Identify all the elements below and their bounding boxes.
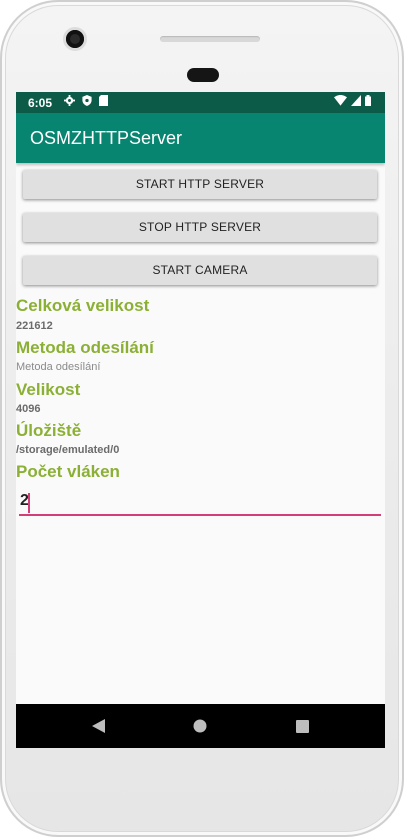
- battery-icon: [365, 95, 371, 109]
- start-camera-button[interactable]: START CAMERA: [23, 256, 377, 285]
- device-screen: 6:05 OSMZHTTPServer START HTTP SERVER ST…: [16, 92, 385, 748]
- stop-http-server-button[interactable]: STOP HTTP SERVER: [23, 213, 377, 242]
- back-icon[interactable]: [88, 716, 108, 736]
- text-cursor: [28, 493, 30, 513]
- signal-icon: [351, 95, 361, 109]
- send-method-value: Metoda odesílání: [16, 361, 101, 373]
- status-time: 6:05: [28, 96, 53, 110]
- shield-icon: [82, 95, 92, 109]
- total-size-label: Celková velikost: [16, 296, 150, 315]
- app-title: OSMZHTTPServer: [30, 128, 183, 148]
- send-method-label: Metoda odesílání: [16, 338, 154, 357]
- status-icons-right: [334, 94, 371, 109]
- app-bar: OSMZHTTPServer: [16, 113, 385, 163]
- recents-icon[interactable]: [292, 716, 312, 736]
- total-size-value: 221612: [16, 320, 53, 332]
- gear-icon: [64, 95, 75, 109]
- storage-label: Úložiště: [16, 421, 82, 440]
- navigation-bar: [16, 704, 385, 748]
- size-value: 4096: [16, 403, 41, 415]
- home-icon[interactable]: [190, 716, 210, 736]
- front-camera: [66, 30, 84, 48]
- status-bar: 6:05: [16, 92, 385, 113]
- start-http-server-button[interactable]: START HTTP SERVER: [23, 170, 377, 199]
- thread-count-input[interactable]: [19, 488, 381, 516]
- wifi-icon: [334, 94, 347, 109]
- thread-count-label: Počet vláken: [16, 462, 120, 481]
- proximity-sensor: [187, 68, 219, 82]
- earpiece-speaker: [160, 36, 260, 42]
- size-label: Velikost: [16, 380, 81, 399]
- status-icons-left: [64, 95, 108, 109]
- storage-value: /storage/emulated/0: [16, 444, 120, 456]
- sim-card-icon: [99, 95, 108, 109]
